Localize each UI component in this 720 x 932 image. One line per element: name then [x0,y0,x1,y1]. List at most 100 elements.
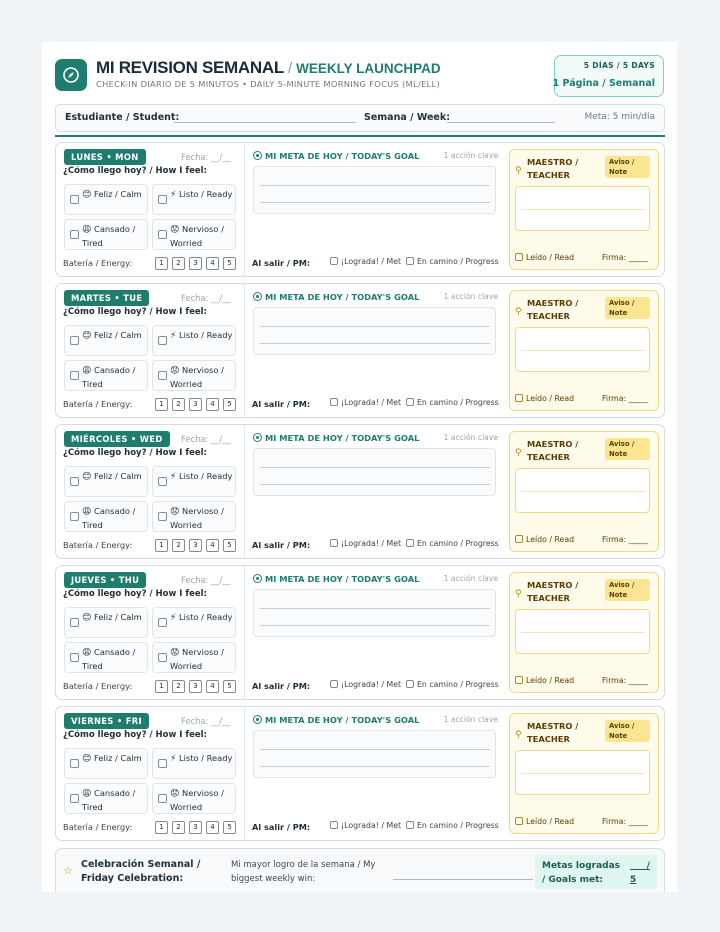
read-checkbox[interactable] [515,394,523,402]
progress-checkbox[interactable] [406,821,414,829]
mood-checkbox[interactable] [70,371,79,380]
date-field[interactable]: Fecha: __/__ [181,293,231,303]
mood-option[interactable]: 😟 Nervioso / Worried [152,501,236,532]
progress-option[interactable]: En camino / Progress [406,398,499,407]
mood-option[interactable]: ⚡ Listo / Ready [152,466,236,497]
mood-option[interactable]: 😊 Feliz / Calm [64,466,148,497]
mood-option[interactable]: 😩 Cansado / Tired [64,642,148,673]
energy-level-box[interactable]: 4 [206,398,219,411]
energy-level-box[interactable]: 5 [223,257,236,270]
energy-level-box[interactable]: 3 [189,257,202,270]
energy-level-box[interactable]: 3 [189,398,202,411]
mood-option[interactable]: 😟 Nervioso / Worried [152,642,236,673]
progress-checkbox[interactable] [406,257,414,265]
met-option[interactable]: ¡Lograda! / Met [330,539,401,548]
mood-checkbox[interactable] [158,371,167,380]
read-option[interactable]: Leído / Read [515,535,574,544]
mood-checkbox[interactable] [158,195,167,204]
read-option[interactable]: Leído / Read [515,394,574,403]
biggest-win-field[interactable] [393,879,533,880]
signature-field[interactable]: Firma: _____ [602,817,648,826]
energy-level-box[interactable]: 4 [206,821,219,834]
mood-option[interactable]: ⚡ Listo / Ready [152,325,236,356]
mood-checkbox[interactable] [70,336,79,345]
met-checkbox[interactable] [330,398,338,406]
read-checkbox[interactable] [515,253,523,261]
goals-met-value[interactable]: ___ / 5 [630,859,652,887]
energy-level-box[interactable]: 2 [172,539,185,552]
energy-level-box[interactable]: 2 [172,680,185,693]
mood-checkbox[interactable] [158,477,167,486]
mood-option[interactable]: 😊 Feliz / Calm [64,325,148,356]
met-option[interactable]: ¡Lograda! / Met [330,398,401,407]
progress-checkbox[interactable] [406,539,414,547]
teacher-note-input[interactable] [515,468,650,513]
mood-checkbox[interactable] [158,794,167,803]
met-checkbox[interactable] [330,539,338,547]
mood-option[interactable]: 😟 Nervioso / Worried [152,219,236,250]
mood-checkbox[interactable] [158,230,167,239]
mood-checkbox[interactable] [70,195,79,204]
teacher-note-input[interactable] [515,609,650,654]
mood-option[interactable]: ⚡ Listo / Ready [152,184,236,215]
energy-level-box[interactable]: 2 [172,398,185,411]
mood-option[interactable]: 😟 Nervioso / Worried [152,783,236,814]
goal-input[interactable] [253,730,496,778]
mood-checkbox[interactable] [70,794,79,803]
met-option[interactable]: ¡Lograda! / Met [330,821,401,830]
energy-level-box[interactable]: 1 [155,257,168,270]
energy-level-box[interactable]: 2 [172,821,185,834]
energy-level-box[interactable]: 5 [223,821,236,834]
mood-option[interactable]: ⚡ Listo / Ready [152,607,236,638]
progress-option[interactable]: En camino / Progress [406,257,499,266]
met-checkbox[interactable] [330,680,338,688]
signature-field[interactable]: Firma: _____ [602,676,648,685]
signature-field[interactable]: Firma: _____ [602,253,648,262]
energy-level-box[interactable]: 3 [189,821,202,834]
student-name-field[interactable] [174,122,356,123]
met-option[interactable]: ¡Lograda! / Met [330,257,401,266]
met-checkbox[interactable] [330,821,338,829]
energy-level-box[interactable]: 5 [223,539,236,552]
mood-checkbox[interactable] [158,512,167,521]
energy-level-box[interactable]: 2 [172,257,185,270]
energy-level-box[interactable]: 3 [189,539,202,552]
met-checkbox[interactable] [330,257,338,265]
week-field[interactable] [447,122,555,123]
goal-input[interactable] [253,448,496,496]
mood-checkbox[interactable] [70,477,79,486]
mood-option[interactable]: 😩 Cansado / Tired [64,219,148,250]
energy-level-box[interactable]: 4 [206,680,219,693]
read-checkbox[interactable] [515,817,523,825]
goal-input[interactable] [253,166,496,214]
energy-level-box[interactable]: 5 [223,680,236,693]
mood-checkbox[interactable] [158,653,167,662]
signature-field[interactable]: Firma: _____ [602,535,648,544]
progress-checkbox[interactable] [406,680,414,688]
read-option[interactable]: Leído / Read [515,817,574,826]
mood-checkbox[interactable] [158,618,167,627]
mood-checkbox[interactable] [70,759,79,768]
mood-option[interactable]: 😟 Nervioso / Worried [152,360,236,391]
read-option[interactable]: Leído / Read [515,253,574,262]
mood-checkbox[interactable] [70,618,79,627]
signature-field[interactable]: Firma: _____ [602,394,648,403]
teacher-note-input[interactable] [515,750,650,795]
mood-option[interactable]: 😩 Cansado / Tired [64,501,148,532]
teacher-note-input[interactable] [515,186,650,231]
mood-option[interactable]: 😩 Cansado / Tired [64,360,148,391]
date-field[interactable]: Fecha: __/__ [181,716,231,726]
mood-option[interactable]: 😊 Feliz / Calm [64,748,148,779]
energy-level-box[interactable]: 3 [189,680,202,693]
goal-input[interactable] [253,307,496,355]
energy-level-box[interactable]: 5 [223,398,236,411]
energy-level-box[interactable]: 1 [155,539,168,552]
progress-checkbox[interactable] [406,398,414,406]
mood-checkbox[interactable] [70,512,79,521]
read-option[interactable]: Leído / Read [515,676,574,685]
read-checkbox[interactable] [515,535,523,543]
goal-input[interactable] [253,589,496,637]
progress-option[interactable]: En camino / Progress [406,821,499,830]
mood-option[interactable]: ⚡ Listo / Ready [152,748,236,779]
mood-option[interactable]: 😊 Feliz / Calm [64,184,148,215]
